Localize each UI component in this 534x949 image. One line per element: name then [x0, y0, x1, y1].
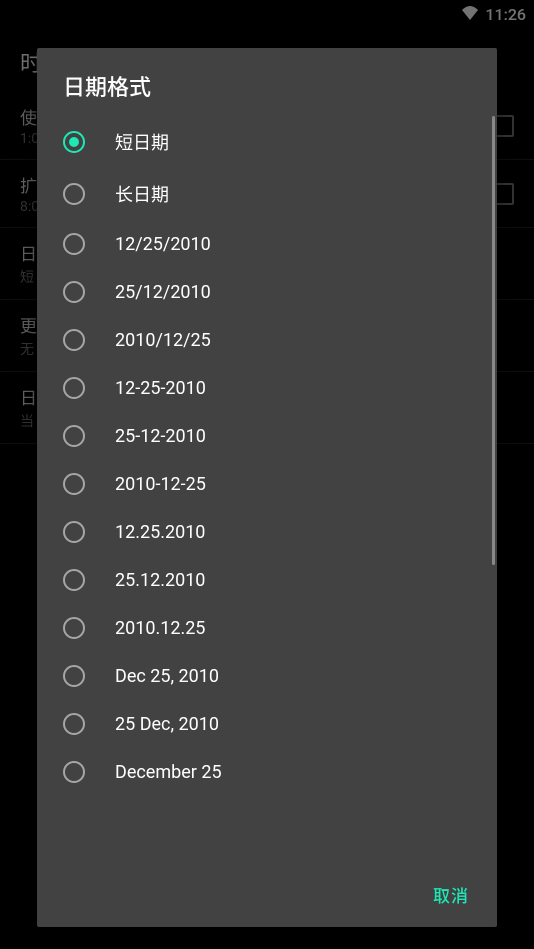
radio-icon [63, 233, 85, 255]
radio-icon [63, 617, 85, 639]
radio-option-label: 25-12-2010 [115, 426, 206, 447]
radio-option[interactable]: 2010.12.25 [37, 604, 497, 652]
radio-icon [63, 761, 85, 783]
radio-option-label: 25.12.2010 [115, 570, 205, 591]
radio-option-label: 短日期 [115, 129, 169, 155]
radio-icon [63, 665, 85, 687]
radio-icon [63, 713, 85, 735]
radio-icon [63, 281, 85, 303]
radio-option[interactable]: 25 Dec, 2010 [37, 700, 497, 748]
radio-option-label: 12-25-2010 [115, 378, 206, 399]
radio-option-label: 12.25.2010 [115, 522, 205, 543]
radio-option[interactable]: 12/25/2010 [37, 220, 497, 268]
dialog-actions: 取消 [37, 864, 497, 927]
date-format-dialog: 日期格式 短日期长日期 12/25/2010 25/12/2010 2010/12/2… [37, 48, 497, 927]
radio-option-label: 长日期 [115, 181, 169, 207]
radio-option[interactable]: 25/12/2010 [37, 268, 497, 316]
radio-option-label: 2010.12.25 [115, 618, 205, 639]
radio-option[interactable]: 25.12.2010 [37, 556, 497, 604]
radio-option[interactable]: December 25 [37, 748, 497, 796]
radio-icon [63, 329, 85, 351]
radio-icon [63, 131, 85, 153]
radio-option-label: 25/12/2010 [115, 282, 211, 303]
radio-icon [63, 377, 85, 399]
radio-option-label: 2010-12-25 [115, 474, 206, 495]
cancel-button[interactable]: 取消 [421, 874, 481, 915]
radio-option[interactable]: 25-12-2010 [37, 412, 497, 460]
radio-option[interactable]: 2010-12-25 [37, 460, 497, 508]
radio-icon [63, 569, 85, 591]
dialog-title: 日期格式 [37, 48, 497, 116]
radio-icon [63, 521, 85, 543]
radio-option-label: 25 Dec, 2010 [115, 714, 219, 735]
radio-option[interactable]: 短日期 [37, 116, 497, 168]
radio-option-label: Dec 25, 2010 [115, 666, 219, 687]
radio-option[interactable]: 12-25-2010 [37, 364, 497, 412]
radio-icon [63, 183, 85, 205]
dialog-option-list[interactable]: 短日期长日期 12/25/2010 25/12/2010 2010/12/25 12-2… [37, 116, 497, 864]
radio-option-label: 12/25/2010 [115, 234, 211, 255]
radio-option-label: December 25 [115, 762, 222, 783]
radio-option[interactable]: 长日期 [37, 168, 497, 220]
scrollbar-thumb[interactable] [492, 116, 495, 565]
radio-option[interactable]: 2010/12/25 [37, 316, 497, 364]
radio-icon [63, 473, 85, 495]
radio-icon [63, 425, 85, 447]
radio-option[interactable]: 12.25.2010 [37, 508, 497, 556]
radio-option[interactable]: Dec 25, 2010 [37, 652, 497, 700]
radio-option-label: 2010/12/25 [115, 330, 211, 351]
